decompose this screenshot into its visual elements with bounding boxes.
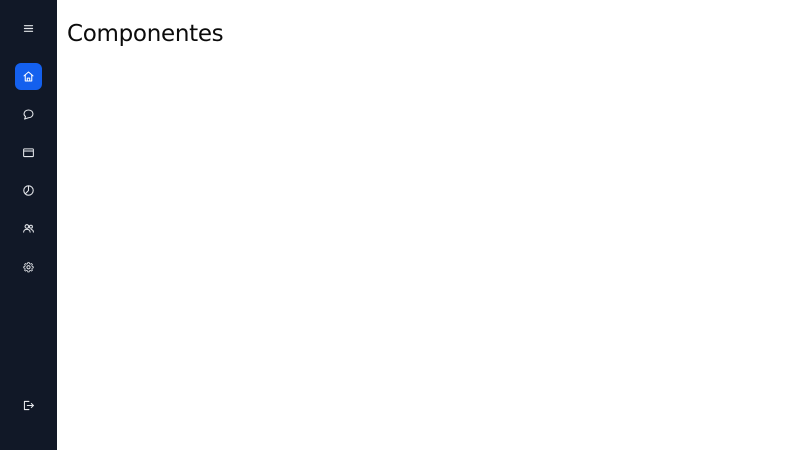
sidebar-item-home[interactable]	[15, 63, 42, 90]
menu-toggle-button[interactable]	[15, 15, 42, 42]
logout-button[interactable]	[15, 392, 42, 419]
sidebar-item-users[interactable]	[15, 215, 42, 242]
home-icon	[23, 71, 34, 82]
sidebar	[0, 0, 57, 450]
folder-icon	[23, 148, 34, 158]
sidebar-item-settings[interactable]	[15, 253, 42, 280]
app-window: Componentes	[0, 0, 800, 450]
chat-bubble-icon	[23, 109, 34, 120]
sidebar-item-folder[interactable]	[15, 139, 42, 166]
logout-icon	[23, 400, 34, 411]
sidebar-item-chat[interactable]	[15, 101, 42, 128]
page-title: Componentes	[67, 21, 224, 47]
pie-chart-icon	[23, 185, 34, 196]
gear-icon	[23, 262, 34, 273]
menu-icon	[23, 25, 34, 32]
users-icon	[23, 224, 34, 233]
sidebar-item-reports[interactable]	[15, 177, 42, 204]
main-content: Componentes	[57, 0, 800, 450]
